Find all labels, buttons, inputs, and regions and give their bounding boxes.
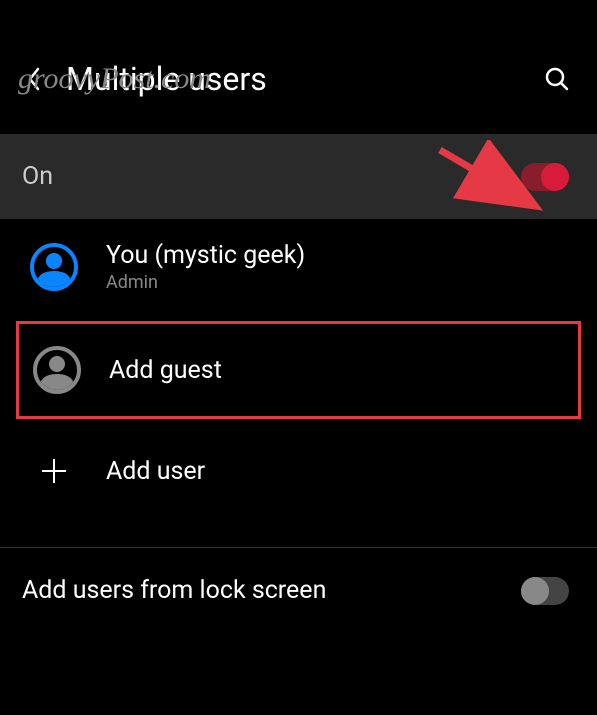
highlight-annotation: Add guest: [16, 321, 581, 419]
user-row-current[interactable]: You (mystic geek) Admin: [0, 219, 597, 315]
lock-screen-label: Add users from lock screen: [22, 576, 326, 605]
add-user-label: Add user: [106, 457, 205, 486]
back-button[interactable]: [18, 63, 50, 95]
add-guest-label: Add guest: [109, 356, 222, 385]
header: Multiple users: [0, 42, 597, 116]
chevron-left-icon: [26, 65, 42, 93]
main-toggle-label: On: [22, 162, 53, 191]
main-toggle-row: On: [0, 134, 597, 219]
add-guest-row[interactable]: Add guest: [19, 324, 578, 416]
toggle-knob: [541, 163, 569, 191]
lock-screen-row: Add users from lock screen: [0, 548, 597, 633]
user-name: You (mystic geek): [106, 241, 305, 270]
search-icon: [543, 65, 571, 93]
toggle-knob: [521, 577, 549, 605]
guest-avatar-icon: [33, 346, 81, 394]
page-title: Multiple users: [66, 60, 525, 98]
user-role: Admin: [106, 272, 305, 293]
search-button[interactable]: [541, 63, 573, 95]
plus-icon: [30, 447, 78, 495]
main-toggle-switch[interactable]: [521, 163, 569, 191]
user-avatar-icon: [30, 243, 78, 291]
add-user-row[interactable]: Add user: [0, 425, 597, 517]
user-text: You (mystic geek) Admin: [106, 241, 305, 293]
lock-screen-toggle[interactable]: [521, 577, 569, 605]
